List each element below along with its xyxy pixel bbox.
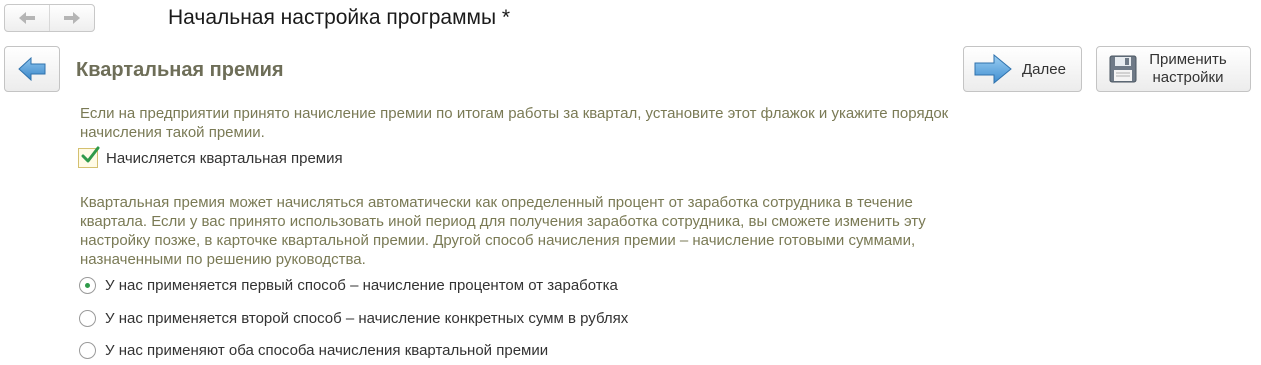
- radio-button[interactable]: [79, 310, 96, 327]
- apply-settings-button[interactable]: Применить настройки: [1096, 46, 1251, 92]
- checkbox-box[interactable]: [78, 146, 100, 168]
- section-back-button[interactable]: [4, 46, 60, 92]
- radio-option-second-method[interactable]: У нас применяется второй способ – начисл…: [79, 310, 628, 327]
- arrow-right-icon: [64, 12, 80, 24]
- nav-forward-button[interactable]: [49, 5, 94, 31]
- window-title: Начальная настройка программы *: [168, 6, 511, 29]
- apply-label-line2: настройки: [1152, 69, 1224, 86]
- radio-label: У нас применяют оба способа начисления к…: [105, 342, 549, 359]
- next-button-label: Далее: [1022, 60, 1066, 78]
- radio-option-first-method[interactable]: У нас применяется первый способ – начисл…: [79, 277, 618, 294]
- arrow-left-icon: [19, 12, 35, 24]
- radio-button[interactable]: [79, 342, 96, 359]
- arrow-right-icon: [974, 54, 1012, 84]
- radio-label: У нас применяется первый способ – начисл…: [105, 277, 618, 294]
- checkmark-icon: [81, 146, 100, 163]
- big-back-arrow-icon: [18, 57, 46, 81]
- quarterly-bonus-checkbox[interactable]: Начисляется квартальная премия: [78, 146, 343, 168]
- floppy-disk-icon: [1109, 55, 1137, 83]
- radio-button-selected[interactable]: [79, 277, 96, 294]
- history-nav: [4, 4, 95, 32]
- radio-option-both-methods[interactable]: У нас применяют оба способа начисления к…: [79, 342, 548, 359]
- method-description: Квартальная премия может начисляться авт…: [80, 194, 926, 268]
- section-title: Квартальная премия: [76, 59, 284, 81]
- settings-window: Начальная настройка программы * Кварталь…: [0, 0, 1261, 365]
- next-button[interactable]: Далее: [963, 46, 1082, 92]
- intro-description: Если на предприятии принято начисление п…: [80, 105, 949, 141]
- apply-settings-label: Применить настройки: [1145, 51, 1231, 87]
- radio-label: У нас применяется второй способ – начисл…: [105, 310, 629, 327]
- apply-label-line1: Применить: [1149, 51, 1227, 68]
- nav-back-button[interactable]: [5, 5, 49, 31]
- checkbox-label: Начисляется квартальная премия: [106, 149, 343, 167]
